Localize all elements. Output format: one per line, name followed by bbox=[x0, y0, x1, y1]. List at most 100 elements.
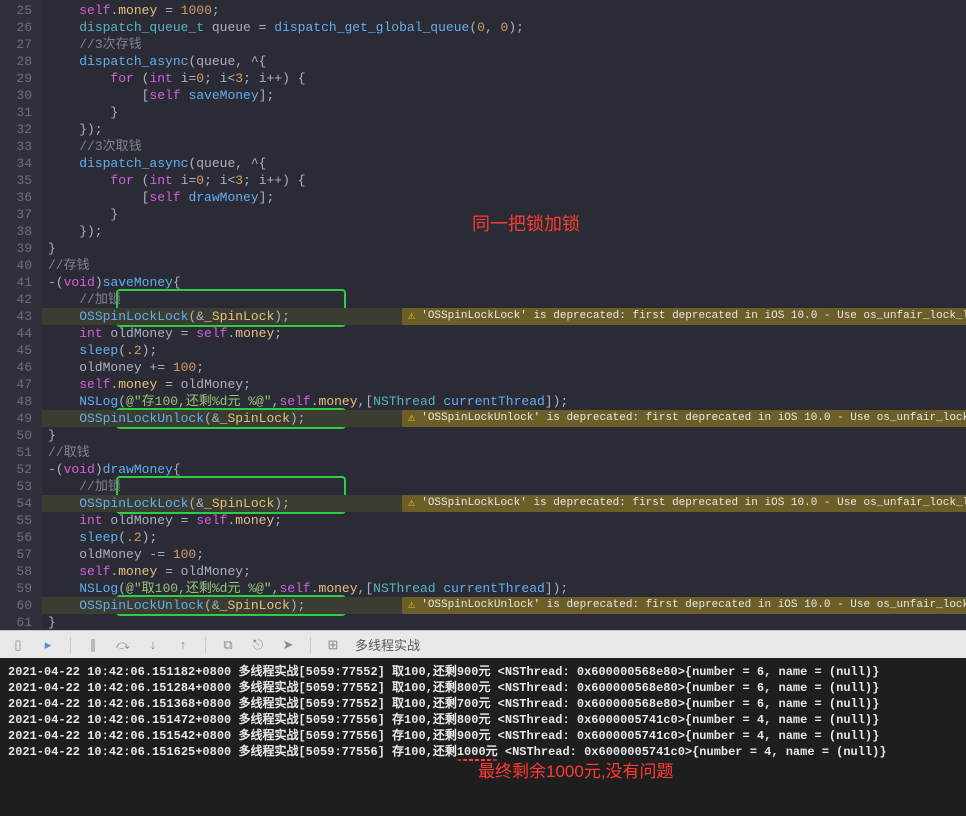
step-over-icon[interactable]: ⤼ bbox=[115, 637, 131, 653]
code-line[interactable]: -(void)saveMoney{ bbox=[42, 274, 966, 291]
line-number: 26 bbox=[6, 19, 32, 36]
line-number: 30 bbox=[6, 87, 32, 104]
code-editor[interactable]: 2526272829303132333435363738394041424344… bbox=[0, 0, 966, 630]
line-number: 51 bbox=[6, 444, 32, 461]
line-number: 43 bbox=[6, 308, 32, 325]
code-line[interactable]: sleep(.2); bbox=[42, 529, 966, 546]
code-line[interactable]: int oldMoney = self.money; bbox=[42, 512, 966, 529]
line-number: 29 bbox=[6, 70, 32, 87]
debug-toolbar: ▯ ▸ ∥ ⤼ ↓ ↑ ⧉ ⎋ ➤ ⊞ 多线程实战 bbox=[0, 630, 966, 658]
line-number: 61 bbox=[6, 614, 32, 630]
console-line: 2021-04-22 10:42:06.151625+0800 多线程实战[50… bbox=[8, 744, 958, 760]
line-number: 57 bbox=[6, 546, 32, 563]
debug-memory-icon[interactable]: ⎋ bbox=[250, 637, 266, 653]
warning-badge[interactable]: ⚠ 'OSSpinLockLock' is deprecated: first d… bbox=[402, 308, 966, 325]
code-line[interactable]: OSSpinLockLock(&_SpinLock);⚠'OSSpinLockL… bbox=[42, 308, 966, 325]
code-line[interactable]: dispatch_queue_t queue = dispatch_get_gl… bbox=[42, 19, 966, 36]
underlined-value: 1000元 bbox=[457, 745, 498, 759]
code-line[interactable]: [self drawMoney]; bbox=[42, 189, 966, 206]
pause-icon[interactable]: ∥ bbox=[85, 637, 101, 653]
code-line[interactable]: OSSpinLockUnlock(&_SpinLock);⚠'OSSpinLoc… bbox=[42, 410, 966, 427]
code-line[interactable]: dispatch_async(queue, ^{ bbox=[42, 53, 966, 70]
code-line[interactable]: int oldMoney = self.money; bbox=[42, 325, 966, 342]
line-number: 25 bbox=[6, 2, 32, 19]
warning-text: 'OSSpinLockLock' is deprecated: first de… bbox=[421, 308, 966, 325]
code-line[interactable]: for (int i=0; i<3; i++) { bbox=[42, 172, 966, 189]
warning-icon: ⚠ bbox=[408, 495, 415, 512]
code-line[interactable]: } bbox=[42, 240, 966, 257]
console-line: 2021-04-22 10:42:06.151542+0800 多线程实战[50… bbox=[8, 728, 958, 744]
continue-icon[interactable]: ▸ bbox=[40, 637, 56, 653]
code-line[interactable]: }); bbox=[42, 121, 966, 138]
line-number: 47 bbox=[6, 376, 32, 393]
code-line[interactable]: OSSpinLockUnlock(&_SpinLock);⚠'OSSpinLoc… bbox=[42, 597, 966, 614]
line-number: 35 bbox=[6, 172, 32, 189]
code-line[interactable]: OSSpinLockLock(&_SpinLock);⚠'OSSpinLockL… bbox=[42, 495, 966, 512]
console-line: 2021-04-22 10:42:06.151472+0800 多线程实战[50… bbox=[8, 712, 958, 728]
line-number: 54 bbox=[6, 495, 32, 512]
line-number: 48 bbox=[6, 393, 32, 410]
line-number: 40 bbox=[6, 257, 32, 274]
code-line[interactable]: [self saveMoney]; bbox=[42, 87, 966, 104]
code-line[interactable]: } bbox=[42, 206, 966, 223]
console-output[interactable]: 2021-04-22 10:42:06.151182+0800 多线程实战[50… bbox=[0, 658, 966, 816]
line-number: 59 bbox=[6, 580, 32, 597]
line-number: 33 bbox=[6, 138, 32, 155]
warning-badge[interactable]: ⚠'OSSpinLockUnlock' is deprecated: first… bbox=[402, 597, 966, 614]
simulate-location-icon[interactable]: ➤ bbox=[280, 637, 296, 653]
code-line[interactable]: //取钱 bbox=[42, 444, 966, 461]
code-line[interactable]: oldMoney += 100; bbox=[42, 359, 966, 376]
line-number: 46 bbox=[6, 359, 32, 376]
line-number: 42 bbox=[6, 291, 32, 308]
code-line[interactable]: //加锁 bbox=[42, 291, 966, 308]
line-number-gutter: 2526272829303132333435363738394041424344… bbox=[0, 0, 42, 630]
code-line[interactable]: self.money = oldMoney; bbox=[42, 563, 966, 580]
line-number: 36 bbox=[6, 189, 32, 206]
warning-icon: ⚠ bbox=[408, 308, 415, 325]
scheme-icon[interactable]: ⊞ bbox=[325, 637, 341, 653]
code-line[interactable]: } bbox=[42, 614, 966, 630]
warning-badge[interactable]: ⚠'OSSpinLockUnlock' is deprecated: first… bbox=[402, 410, 966, 427]
line-number: 32 bbox=[6, 121, 32, 138]
warning-icon: ⚠ bbox=[408, 410, 415, 427]
console-line: 2021-04-22 10:42:06.151368+0800 多线程实战[50… bbox=[8, 696, 958, 712]
warning-badge[interactable]: ⚠'OSSpinLockLock' is deprecated: first d… bbox=[402, 495, 966, 512]
code-line[interactable]: //3次取钱 bbox=[42, 138, 966, 155]
code-line[interactable]: NSLog(@"存100,还剩%d元 %@",self.money,[NSThr… bbox=[42, 393, 966, 410]
line-number: 38 bbox=[6, 223, 32, 240]
line-number: 45 bbox=[6, 342, 32, 359]
step-out-icon[interactable]: ↑ bbox=[175, 637, 191, 653]
step-into-icon[interactable]: ↓ bbox=[145, 637, 161, 653]
line-number: 28 bbox=[6, 53, 32, 70]
hide-debugger-icon[interactable]: ▯ bbox=[10, 637, 26, 653]
code-line[interactable]: //存钱 bbox=[42, 257, 966, 274]
line-number: 60 bbox=[6, 597, 32, 614]
code-line[interactable]: NSLog(@"取100,还剩%d元 %@",self.money,[NSThr… bbox=[42, 580, 966, 597]
line-number: 34 bbox=[6, 155, 32, 172]
code-line[interactable]: for (int i=0; i<3; i++) { bbox=[42, 70, 966, 87]
code-line[interactable]: }); bbox=[42, 223, 966, 240]
code-line[interactable]: //加锁 bbox=[42, 478, 966, 495]
annotation-final: 最终剩余1000元,没有问题 bbox=[8, 760, 958, 780]
code-line[interactable]: } bbox=[42, 427, 966, 444]
scheme-name[interactable]: 多线程实战 bbox=[355, 635, 420, 654]
code-line[interactable]: -(void)drawMoney{ bbox=[42, 461, 966, 478]
line-number: 52 bbox=[6, 461, 32, 478]
line-number: 27 bbox=[6, 36, 32, 53]
debug-view-icon[interactable]: ⧉ bbox=[220, 637, 236, 653]
code-line[interactable]: oldMoney -= 100; bbox=[42, 546, 966, 563]
code-line[interactable]: self.money = oldMoney; bbox=[42, 376, 966, 393]
line-number: 37 bbox=[6, 206, 32, 223]
code-line[interactable]: dispatch_async(queue, ^{ bbox=[42, 155, 966, 172]
line-number: 56 bbox=[6, 529, 32, 546]
code-line[interactable]: self.money = 1000; bbox=[42, 2, 966, 19]
code-line[interactable]: sleep(.2); bbox=[42, 342, 966, 359]
warning-icon: ⚠ bbox=[408, 597, 415, 614]
code-line[interactable]: } bbox=[42, 104, 966, 121]
line-number: 53 bbox=[6, 478, 32, 495]
code-area[interactable]: 同一把锁加锁 self.money = 1000; dispatch_queue… bbox=[42, 0, 966, 630]
line-number: 44 bbox=[6, 325, 32, 342]
line-number: 58 bbox=[6, 563, 32, 580]
line-number: 49 bbox=[6, 410, 32, 427]
code-line[interactable]: //3次存钱 bbox=[42, 36, 966, 53]
